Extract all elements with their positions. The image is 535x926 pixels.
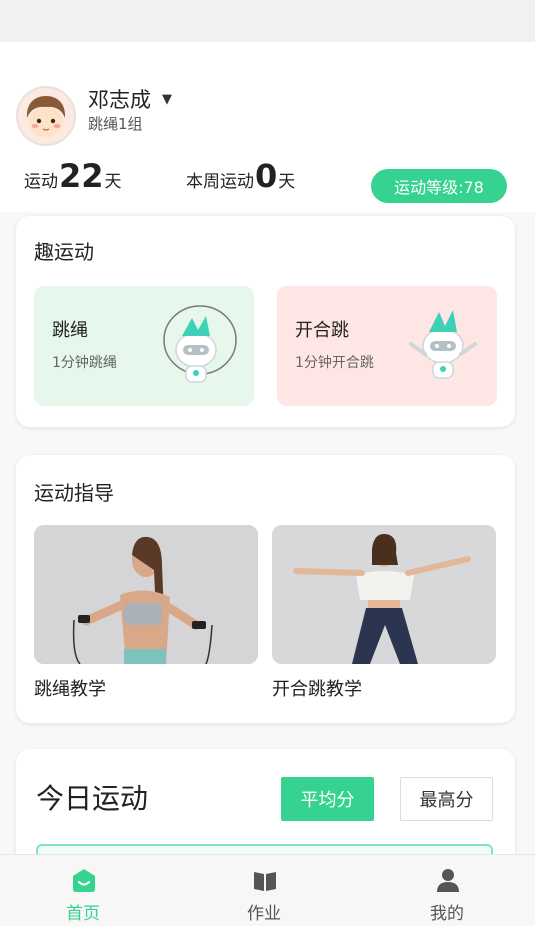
tab-home-label: 首页 (66, 904, 100, 924)
caret-down-icon[interactable]: ▼ (162, 92, 172, 107)
home-icon (73, 869, 95, 892)
total-exercise-days: 运动 22 天 (24, 160, 122, 192)
tab-homework-label: 作业 (247, 904, 281, 924)
total-prefix: 运动 (24, 172, 58, 192)
week-days-value: 0 (255, 157, 278, 195)
total-days-value: 22 (59, 157, 104, 195)
user-icon (437, 869, 459, 892)
jumping-jack-photo (272, 525, 496, 664)
jump-rope-teaching-label[interactable]: 跳绳教学 (34, 675, 106, 701)
today-section-title: 今日运动 (36, 782, 149, 815)
user-name[interactable]: 邓志成 (88, 84, 151, 114)
total-suffix: 天 (104, 172, 122, 192)
jump-rope-photo (34, 525, 258, 664)
fun-tile-title: 开合跳 (295, 320, 349, 341)
fun-tile-subtitle: 1分钟开合跳 (295, 355, 374, 371)
average-score-button[interactable]: 平均分 (281, 777, 374, 821)
week-suffix: 天 (278, 172, 296, 192)
level-badge[interactable]: 运动等级:78 (371, 169, 507, 203)
jumping-jack-teaching-label[interactable]: 开合跳教学 (272, 675, 362, 701)
book-icon (254, 872, 276, 891)
week-exercise-days: 本周运动 0 天 (186, 160, 295, 192)
status-bar (0, 0, 535, 42)
week-prefix: 本周运动 (186, 172, 254, 192)
bottom-tab-bar: 首页 作业 我的 (0, 854, 535, 926)
max-score-button[interactable]: 最高分 (400, 777, 493, 821)
user-group: 跳绳1组 (88, 115, 143, 133)
tab-homework[interactable]: 作业 (204, 855, 324, 926)
fun-tile-jumping-jack[interactable]: 开合跳 1分钟开合跳 (277, 286, 497, 406)
fun-tile-title: 跳绳 (52, 320, 88, 341)
mascot-jumping-jack-icon (409, 310, 477, 379)
fun-section-title: 趣运动 (34, 240, 94, 264)
fun-tile-subtitle: 1分钟跳绳 (52, 355, 117, 371)
fun-tile-jump-rope[interactable]: 跳绳 1分钟跳绳 (34, 286, 254, 406)
fun-exercise-card: 趣运动 跳绳 1分钟跳绳 开合跳 1分钟开合跳 (16, 216, 515, 427)
avatar[interactable] (16, 86, 76, 146)
tab-home[interactable]: 首页 (23, 855, 143, 926)
exercise-guide-card: 运动指导 跳绳教学 开合跳教学 (16, 455, 515, 723)
guide-section-title: 运动指导 (34, 481, 114, 505)
tab-mine-label: 我的 (430, 904, 464, 924)
jump-rope-teaching-image[interactable] (34, 525, 258, 664)
mascot-jump-rope-icon (163, 305, 237, 383)
avatar-illustration (18, 88, 74, 144)
jumping-jack-teaching-image[interactable] (272, 525, 496, 664)
tab-mine[interactable]: 我的 (387, 855, 507, 926)
